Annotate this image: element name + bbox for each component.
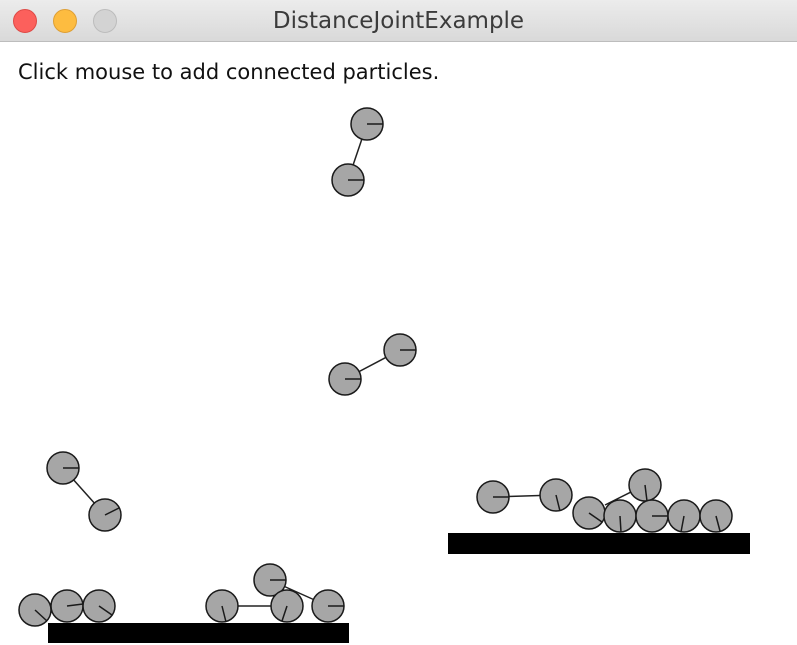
particle bbox=[350, 107, 384, 141]
particle bbox=[50, 589, 84, 623]
particle bbox=[476, 480, 510, 514]
particle bbox=[603, 499, 637, 533]
particle bbox=[539, 478, 573, 512]
platform-right bbox=[448, 533, 750, 554]
particle bbox=[46, 451, 80, 485]
particle bbox=[635, 499, 669, 533]
title-bar[interactable]: DistanceJointExample bbox=[0, 0, 797, 42]
instructions-label: Click mouse to add connected particles. bbox=[18, 60, 440, 84]
particle bbox=[572, 496, 606, 530]
simulation-canvas[interactable]: Click mouse to add connected particles. bbox=[0, 42, 797, 645]
platform-left bbox=[48, 623, 349, 643]
particle bbox=[18, 593, 52, 627]
particle bbox=[667, 499, 701, 533]
particle bbox=[328, 362, 362, 396]
particle bbox=[628, 468, 662, 502]
particle bbox=[205, 589, 239, 623]
particle bbox=[383, 333, 417, 367]
particle bbox=[88, 498, 122, 532]
particle bbox=[331, 163, 365, 197]
particle bbox=[699, 499, 733, 533]
window-title: DistanceJointExample bbox=[272, 8, 525, 34]
app-window: DistanceJointExample Click mouse to add … bbox=[0, 0, 797, 645]
particle bbox=[82, 589, 116, 623]
particle bbox=[270, 589, 304, 623]
particle-scene[interactable] bbox=[0, 42, 797, 645]
particle bbox=[311, 589, 345, 623]
